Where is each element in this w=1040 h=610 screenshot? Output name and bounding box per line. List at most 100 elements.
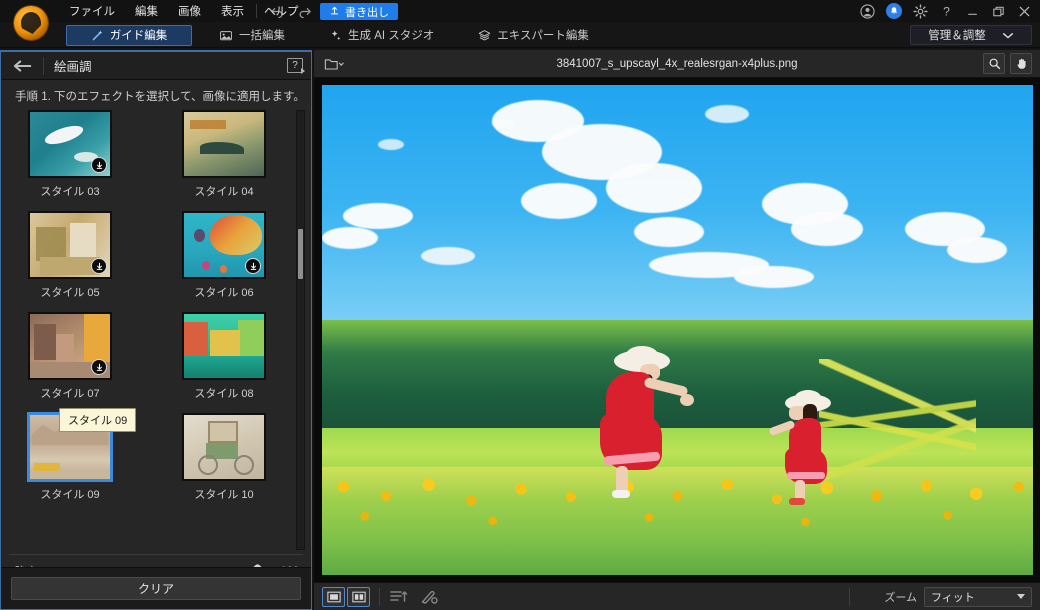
close-x-icon[interactable] <box>1017 4 1032 19</box>
pan-tool-button[interactable] <box>1010 53 1032 74</box>
style-label: スタイル 06 <box>194 284 253 300</box>
style-item-08[interactable]: スタイル 08 <box>163 312 285 401</box>
single-view-button[interactable] <box>322 587 345 607</box>
panel-footer: クリア <box>1 567 311 609</box>
tab-guided-edit[interactable]: ガイド編集 <box>66 25 192 46</box>
dress-stripe <box>787 472 825 479</box>
back-arrow-icon[interactable] <box>13 59 33 73</box>
header-divider <box>43 57 44 75</box>
account-avatar-icon[interactable] <box>860 4 875 19</box>
edited-photo[interactable] <box>322 85 1033 575</box>
download-badge-icon[interactable] <box>91 157 107 173</box>
main-menu: ファイル 編集 画像 表示 ヘルプ <box>66 0 302 22</box>
style-label: スタイル 04 <box>194 183 253 199</box>
magic-wand-icon <box>91 29 104 42</box>
notification-bell-button[interactable] <box>886 3 902 19</box>
redo-arrow-icon[interactable] <box>297 4 312 19</box>
split-view-button[interactable] <box>347 587 370 607</box>
tab-guided-edit-label: ガイド編集 <box>110 27 168 43</box>
image-canvas-wrapper[interactable] <box>314 78 1040 582</box>
manage-adjust-button[interactable]: 管理＆調整 <box>910 25 1032 45</box>
canvas-area: 3841007_s_upscayl_4x_realesrgan-x4plus.p… <box>314 50 1040 610</box>
tab-batch-edit[interactable]: 一括編集 <box>202 25 302 46</box>
question-mark-icon[interactable]: ? <box>939 4 954 19</box>
chevron-down-icon <box>1017 594 1025 599</box>
tab-ai-studio[interactable]: 生成 AI スタジオ <box>312 25 451 46</box>
style-label: スタイル 08 <box>194 385 253 401</box>
style-label: スタイル 03 <box>40 183 99 199</box>
chevron-down-icon <box>1002 31 1014 40</box>
tab-batch-edit-label: 一括編集 <box>239 27 285 43</box>
style-thumbnail <box>182 110 266 178</box>
cloud <box>705 105 749 123</box>
download-badge-icon[interactable] <box>91 359 107 375</box>
girl-younger <box>777 394 849 566</box>
panel-title: 絵画調 <box>54 56 92 75</box>
export-button-label: 書き出し <box>345 4 389 20</box>
single-view-icon <box>327 591 341 603</box>
girl-older <box>592 350 702 566</box>
canvas-bottom-toolbar: ズーム フィット <box>314 582 1040 610</box>
menu-image[interactable]: 画像 <box>175 1 204 21</box>
style-thumbnail <box>182 312 266 380</box>
toolbar-divider <box>379 588 380 606</box>
image-title-bar: 3841007_s_upscayl_4x_realesrgan-x4plus.p… <box>314 50 1040 78</box>
scrollbar-thumb[interactable] <box>298 229 303 279</box>
cloud <box>378 139 404 150</box>
menu-file[interactable]: ファイル <box>66 1 118 21</box>
panel-header: 絵画調 ? <box>1 52 311 80</box>
menu-view[interactable]: 表示 <box>218 1 247 21</box>
style-list-scroll-area[interactable]: スタイル 03 スタイル 04 <box>9 110 303 550</box>
image-filename: 3841007_s_upscayl_4x_realesrgan-x4plus.p… <box>314 58 1040 70</box>
shoe <box>612 490 630 498</box>
export-upload-icon <box>329 6 340 17</box>
undo-redo-group <box>270 0 312 22</box>
minimize-icon[interactable] <box>965 4 980 19</box>
tab-expert-edit[interactable]: エキスパート編集 <box>461 25 606 46</box>
shoe <box>789 498 805 505</box>
cloud <box>521 183 597 219</box>
clear-button[interactable]: クリア <box>11 577 301 600</box>
application-window: ファイル 編集 画像 表示 ヘルプ 書き出し <box>0 0 1040 610</box>
menu-edit[interactable]: 編集 <box>132 1 161 21</box>
folder-dropdown-icon[interactable] <box>324 56 344 72</box>
style-list-scrollbar[interactable] <box>296 110 305 550</box>
compare-list-icon[interactable] <box>389 588 409 606</box>
brush-tool-icon[interactable] <box>419 588 439 606</box>
style-item-10[interactable]: スタイル 10 <box>163 413 285 502</box>
style-item-06[interactable]: スタイル 06 <box>163 211 285 300</box>
zoom-tool-button[interactable] <box>983 53 1005 74</box>
svg-text:?: ? <box>943 4 950 18</box>
style-item-03[interactable]: スタイル 03 <box>9 110 131 199</box>
hand-pan-icon <box>1015 57 1028 70</box>
help-tooltip-icon[interactable]: ? <box>287 58 303 73</box>
download-badge-icon[interactable] <box>91 258 107 274</box>
canvas-tool-buttons <box>983 53 1032 74</box>
layers-icon <box>478 29 491 42</box>
zoom-control-group: ズーム フィット <box>884 587 1032 607</box>
sun-hat-crown <box>795 390 821 405</box>
bell-icon <box>889 6 899 16</box>
zoom-select[interactable]: フィット <box>924 587 1032 607</box>
zoom-select-value: フィット <box>931 589 975 605</box>
menu-divider <box>256 4 257 18</box>
cloud <box>947 237 1007 263</box>
split-view-icon <box>352 591 366 603</box>
manage-adjust-label: 管理＆調整 <box>928 27 986 43</box>
style-label: スタイル 09 <box>40 486 99 502</box>
style-item-04[interactable]: スタイル 04 <box>163 110 285 199</box>
gear-icon[interactable] <box>913 4 928 19</box>
undo-arrow-icon[interactable] <box>270 4 285 19</box>
export-button[interactable]: 書き出し <box>320 3 398 20</box>
mode-tab-bar: ガイド編集 一括編集 生成 AI スタジオ <box>0 22 1040 48</box>
style-label: スタイル 07 <box>40 385 99 401</box>
panel-divider <box>9 554 303 555</box>
style-item-05[interactable]: スタイル 05 <box>9 211 131 300</box>
sparkle-ai-icon <box>329 29 342 42</box>
window-controls: ? <box>860 0 1032 22</box>
download-badge-icon[interactable] <box>245 258 261 274</box>
mode-tabs: ガイド編集 一括編集 生成 AI スタジオ <box>66 22 616 48</box>
hand <box>680 394 694 406</box>
style-item-07[interactable]: スタイル 07 <box>9 312 131 401</box>
restore-window-icon[interactable] <box>991 4 1006 19</box>
